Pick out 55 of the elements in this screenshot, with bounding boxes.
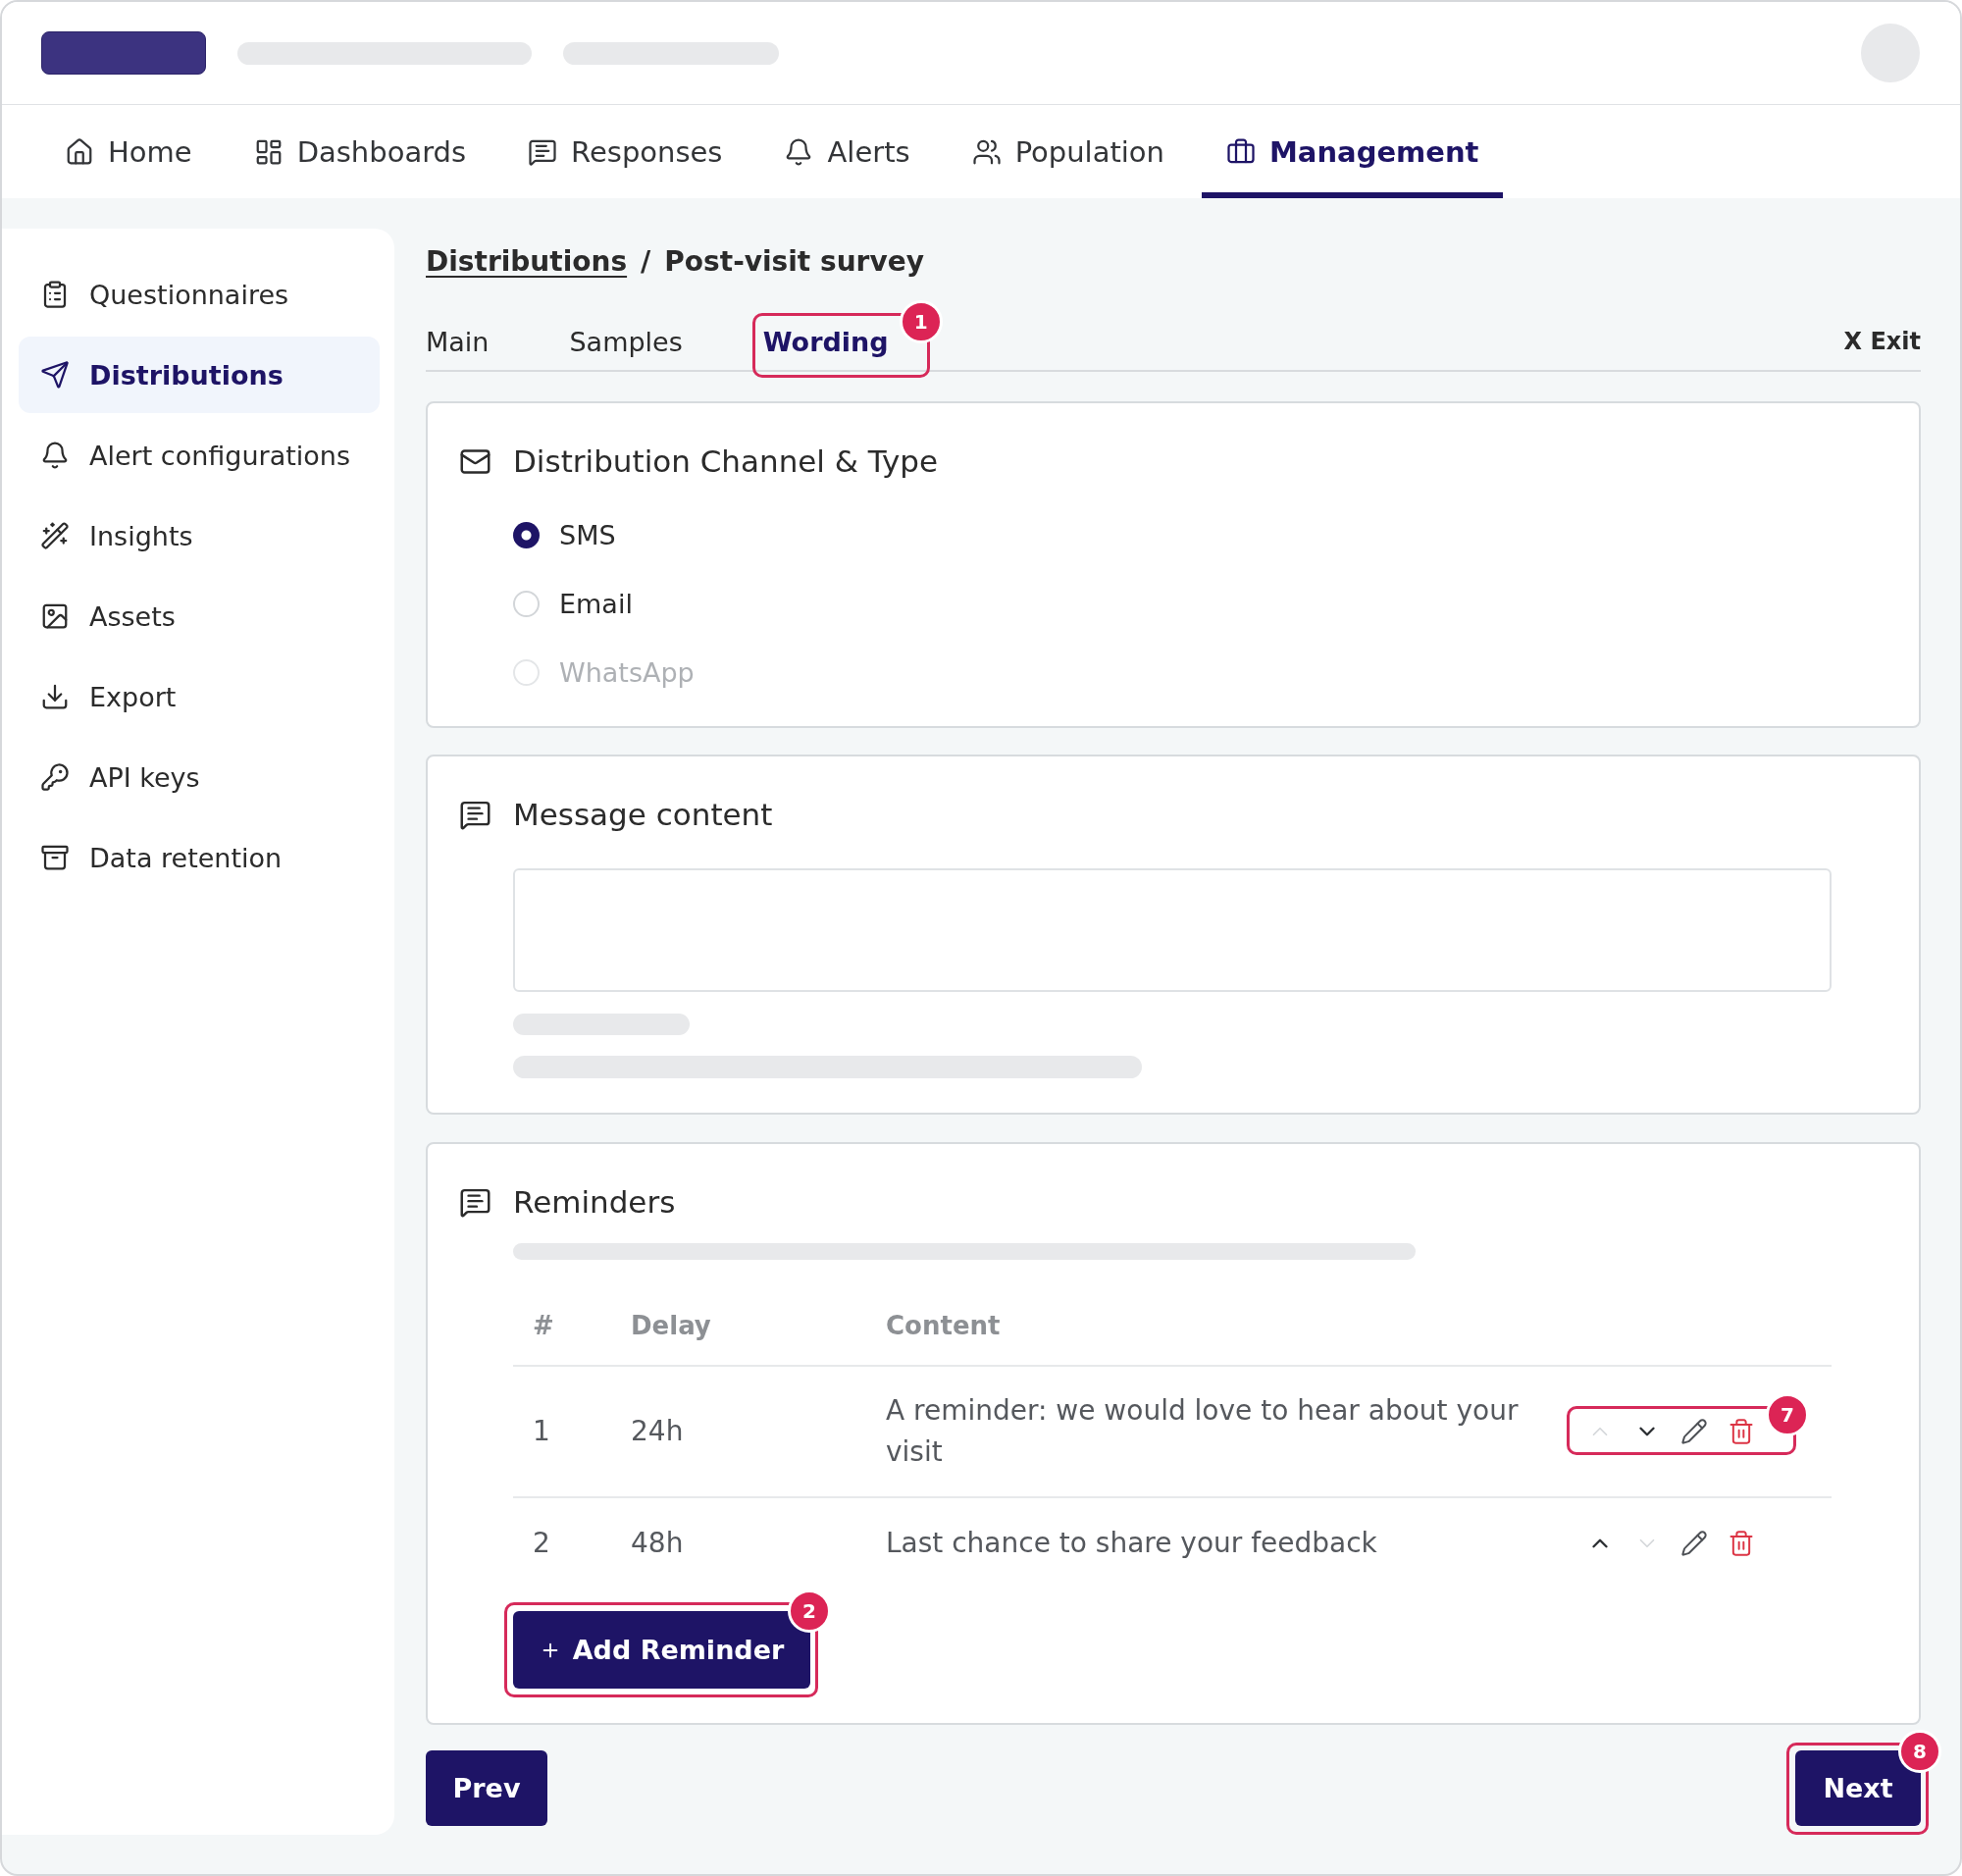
pencil-icon <box>1680 1530 1708 1557</box>
sidebar-item[interactable]: API keys <box>19 739 380 815</box>
sidebar-item[interactable]: Alert configurations <box>19 417 380 494</box>
column-header: Content <box>885 1311 1002 1340</box>
bell-icon <box>40 441 70 470</box>
table-cell-text: 1 <box>532 1414 551 1449</box>
table-cell-text: 24h <box>630 1414 685 1449</box>
tab[interactable]: Main <box>426 322 490 361</box>
breadcrumb-separator: / <box>641 244 651 278</box>
nav-tab[interactable]: Population <box>947 105 1189 198</box>
image-icon <box>40 601 70 631</box>
prev-button[interactable]: Prev <box>426 1750 547 1826</box>
radio-icon[interactable] <box>513 521 540 548</box>
key-icon <box>40 762 70 792</box>
column-header: # <box>532 1311 555 1340</box>
message-field[interactable] <box>513 868 1832 992</box>
tab[interactable]: Wording <box>762 322 889 361</box>
radio-option[interactable]: Email <box>513 584 633 623</box>
sidebar-item[interactable]: Data retention <box>19 819 380 896</box>
annotation-badge: 2 <box>788 1589 831 1633</box>
sidebar-item[interactable]: Assets <box>19 578 380 654</box>
card-title: Distribution Channel & Type <box>513 443 939 479</box>
sidebar-item[interactable]: Insights <box>19 497 380 574</box>
nav-tab[interactable]: Management <box>1202 105 1504 198</box>
card-title: Reminders <box>513 1184 676 1220</box>
table-cell-text: A reminder: we would love to hear about your visit <box>885 1393 1520 1470</box>
paper-plane-icon <box>40 360 70 390</box>
sidebar-item[interactable]: Distributions <box>19 337 380 413</box>
nav-tab[interactable]: Responses <box>503 105 748 198</box>
column-header: Delay <box>630 1311 712 1340</box>
trash-icon <box>1728 1418 1755 1445</box>
annotation-badge: 1 <box>899 300 943 343</box>
tab[interactable]: Samples <box>569 322 683 361</box>
radio-icon[interactable] <box>513 590 540 617</box>
pencil-icon <box>1680 1418 1708 1445</box>
nav-tab[interactable]: Dashboards <box>229 105 491 198</box>
house-icon <box>65 136 94 167</box>
nav-tab[interactable]: Home <box>40 105 217 198</box>
archive-box-icon <box>40 843 70 872</box>
trash-icon <box>1728 1530 1755 1557</box>
sidebar-item[interactable]: Questionnaires <box>19 256 380 333</box>
breadcrumb-current: Post-visit survey <box>664 244 924 278</box>
annotation-badge: 7 <box>1766 1393 1809 1436</box>
card-title: Message content <box>513 797 773 832</box>
exit-link[interactable]: X Exit <box>1843 322 1921 361</box>
nav-tab[interactable]: Alerts <box>759 105 935 198</box>
annotation-badge: 8 <box>1898 1730 1941 1773</box>
download-icon <box>40 682 70 711</box>
table-cell-text: Last chance to share your feedback <box>885 1526 1378 1561</box>
table-cell-text: 48h <box>630 1526 685 1561</box>
radio-option[interactable]: SMS <box>513 515 616 554</box>
table-cell-text: 2 <box>532 1526 551 1561</box>
breadcrumb-link[interactable]: Distributions <box>426 244 628 278</box>
sidebar-item[interactable]: Export <box>19 658 380 735</box>
magic-wand-icon <box>40 521 70 550</box>
